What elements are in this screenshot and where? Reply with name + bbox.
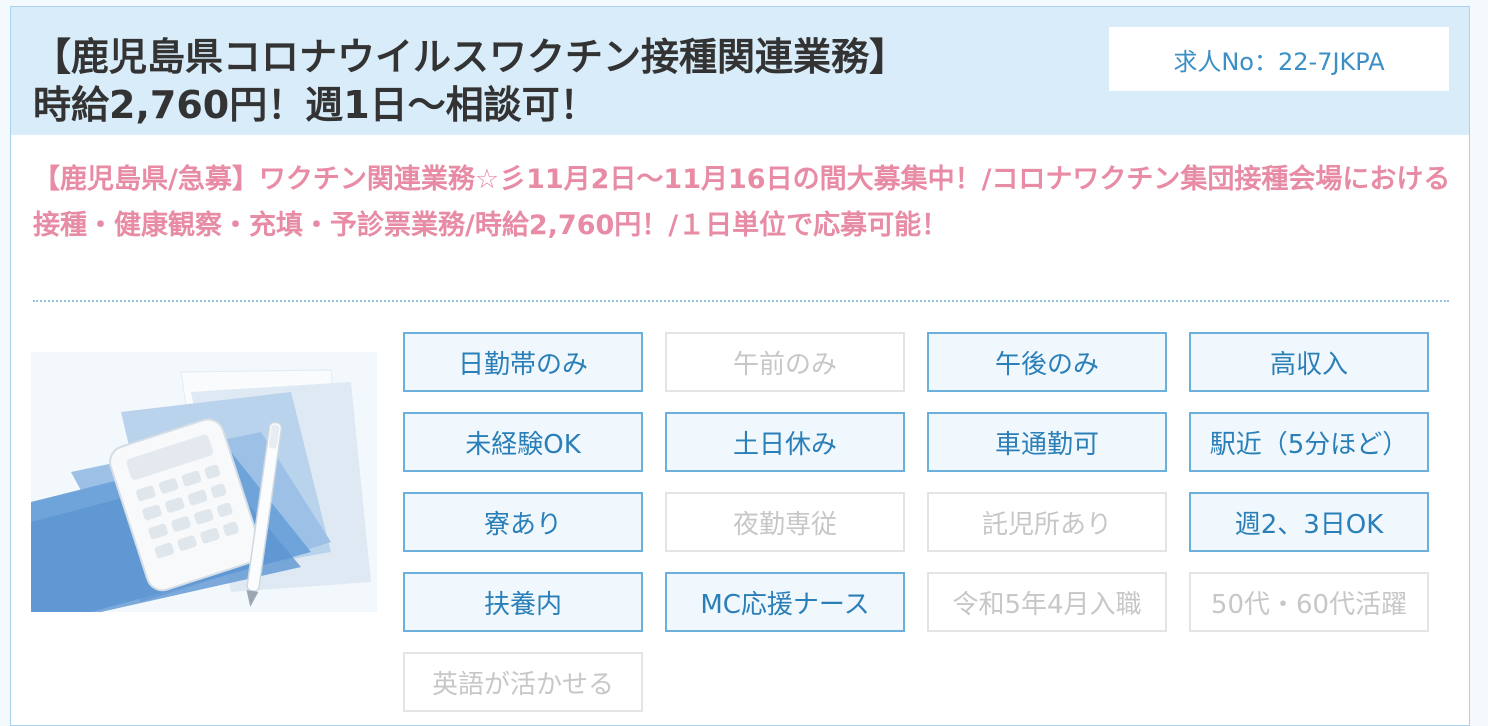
feature-tag[interactable]: 50代・60代活躍	[1189, 572, 1429, 632]
feature-tag-list: 日勤帯のみ 午前のみ 午後のみ 高収入未経験OK 土日休み 車通勤可 駅近（5分ほど） 寮あり…	[403, 332, 1433, 712]
job-title-line2[interactable]: 時給2,760円！週1日～相談可！	[33, 83, 598, 127]
job-header: 【鹿児島県コロナウイルスワクチン接種関連業務】 時給2,760円！週1日～相談可…	[11, 7, 1469, 135]
feature-tag[interactable]: 夜勤専従	[665, 492, 905, 552]
feature-tag[interactable]: 寮あり	[403, 492, 643, 552]
feature-tag[interactable]: 日勤帯のみ	[403, 332, 643, 392]
feature-tag[interactable]: 午前のみ	[665, 332, 905, 392]
feature-tag[interactable]: 駅近（5分ほど）	[1189, 412, 1429, 472]
feature-tag[interactable]: 令和5年4月入職	[927, 572, 1167, 632]
feature-tag[interactable]: 英語が活かせる	[403, 652, 643, 712]
job-card: 【鹿児島県コロナウイルスワクチン接種関連業務】 時給2,760円！週1日～相談可…	[10, 6, 1470, 726]
feature-tag[interactable]: 車通勤可	[927, 412, 1167, 472]
feature-tag[interactable]: 未経験OK	[403, 412, 643, 472]
feature-tag[interactable]: 土日休み	[665, 412, 905, 472]
dotted-divider	[33, 300, 1449, 302]
feature-tag[interactable]: 週2、3日OK	[1189, 492, 1429, 552]
feature-tag[interactable]: 午後のみ	[927, 332, 1167, 392]
job-catchcopy: 【鹿児島県/急募】ワクチン関連業務☆彡11月2日〜11月16日の間大募集中！/コ…	[33, 164, 1451, 241]
job-number-badge: 求人No：22-7JKPA	[1109, 27, 1449, 91]
job-thumbnail-image	[31, 352, 377, 612]
feature-tag[interactable]: 託児所あり	[927, 492, 1167, 552]
feature-tag[interactable]: 高収入	[1189, 332, 1429, 392]
job-title-line1[interactable]: 【鹿児島県コロナウイルスワクチン接種関連業務】	[33, 35, 907, 79]
feature-tag[interactable]: MC応援ナース	[665, 572, 905, 632]
feature-tag[interactable]: 扶養内	[403, 572, 643, 632]
job-title[interactable]: 【鹿児島県コロナウイルスワクチン接種関連業務】 時給2,760円！週1日～相談可…	[33, 33, 1093, 129]
calculator-documents-icon	[31, 352, 377, 612]
